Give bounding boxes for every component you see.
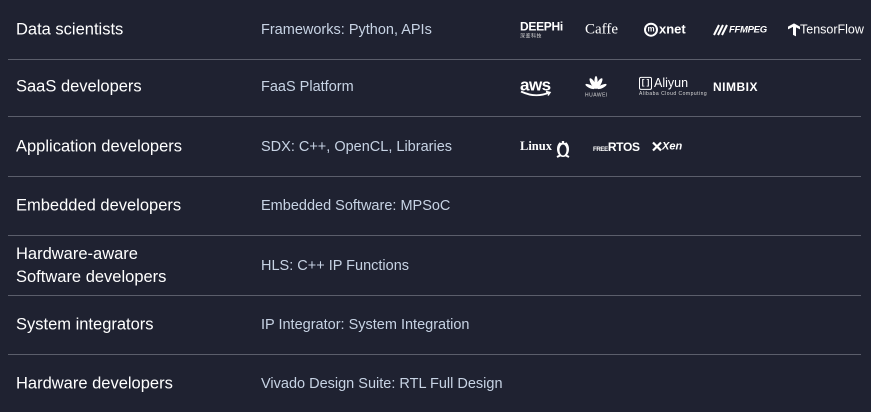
- audience-label: Application developers: [16, 137, 183, 155]
- audience-label: Data scientists: [16, 20, 124, 38]
- freertos-logo-text: RTOS: [607, 139, 640, 154]
- row-hardware-aware-software-developers: Hardware-aware Software developers HLS: …: [8, 236, 861, 296]
- huawei-flower-icon: [585, 75, 607, 89]
- linux-logo: Linux: [520, 136, 571, 158]
- mxnet-mark: m: [644, 22, 658, 37]
- row-saas-developers: SaaS developers FaaS Platform aws HUAWEI: [8, 57, 861, 117]
- linux-logo-text: Linux: [520, 138, 552, 153]
- tensorflow-logo-text: TensorFlow: [800, 21, 864, 36]
- nimbix-logo: NIMBIX: [713, 79, 758, 94]
- audience-label: Embedded developers: [16, 196, 182, 214]
- deephi-logo-subtext: 深鉴科技: [520, 33, 543, 39]
- mxnet-logo-text: xnet: [659, 21, 686, 37]
- ffmpeg-icon: [713, 24, 728, 35]
- audience-label: System integrators: [16, 315, 154, 333]
- aws-logo: aws: [520, 76, 552, 97]
- aliyun-logo-text: Aliyun: [654, 75, 689, 90]
- tooling-label: Embedded Software: MPSoC: [261, 197, 451, 214]
- tux-penguin-icon: [556, 140, 570, 158]
- row-data-scientists: Data scientists Frameworks: Python, APIs…: [8, 0, 864, 60]
- audience-label: Hardware-aware Software developers: [16, 244, 167, 286]
- ffmpeg-logo: FFMPEG: [713, 24, 767, 36]
- huawei-logo: HUAWEI: [585, 75, 608, 98]
- tooling-label: FaaS Platform: [261, 78, 354, 95]
- xen-logo-text: Xen: [662, 140, 683, 152]
- freertos-prefix-text: FREE: [593, 146, 608, 153]
- aliyun-logo: [ ] Aliyun Alibaba Cloud Computing: [639, 76, 707, 96]
- caffe-logo: Caffe: [585, 21, 619, 37]
- tooling-label: Vivado Design Suite: RTL Full Design: [261, 375, 503, 392]
- row-embedded-developers: Embedded developers Embedded Software: M…: [8, 176, 861, 236]
- xen-mark-icon: [652, 141, 662, 151]
- huawei-logo-text: HUAWEI: [585, 92, 608, 98]
- row-system-integrators: System integrators IP Integrator: System…: [8, 295, 861, 355]
- tooling-label: SDX: C++, OpenCL, Libraries: [261, 138, 453, 155]
- deephi-logo: DEEPHi 深鉴科技: [520, 20, 563, 39]
- developer-stack-table: Data scientists Frameworks: Python, APIs…: [0, 0, 871, 412]
- ffmpeg-logo-text: FFMPEG: [729, 24, 767, 36]
- audience-label: Hardware developers: [16, 374, 173, 392]
- row-hardware-developers: Hardware developers Vivado Design Suite:…: [8, 355, 861, 412]
- aliyun-mark-icon: [ ]: [639, 76, 652, 90]
- tooling-label: Frameworks: Python, APIs: [261, 21, 432, 38]
- freertos-logo: FREERTOS: [593, 141, 640, 153]
- tooling-label: IP Integrator: System Integration: [261, 316, 470, 333]
- aliyun-logo-subtext: Alibaba Cloud Computing: [639, 90, 708, 97]
- tooling-label: HLS: C++ IP Functions: [261, 257, 410, 274]
- mxnet-logo: m xnet: [644, 22, 686, 37]
- row-application-developers: Application developers SDX: C++, OpenCL,…: [8, 117, 861, 177]
- tensorflow-icon: [788, 23, 800, 37]
- tensorflow-logo: TensorFlow: [788, 21, 864, 37]
- audience-label: SaaS developers: [16, 77, 142, 95]
- xen-logo: Xen: [652, 141, 682, 152]
- deephi-logo-text: DEEPHi: [520, 19, 563, 33]
